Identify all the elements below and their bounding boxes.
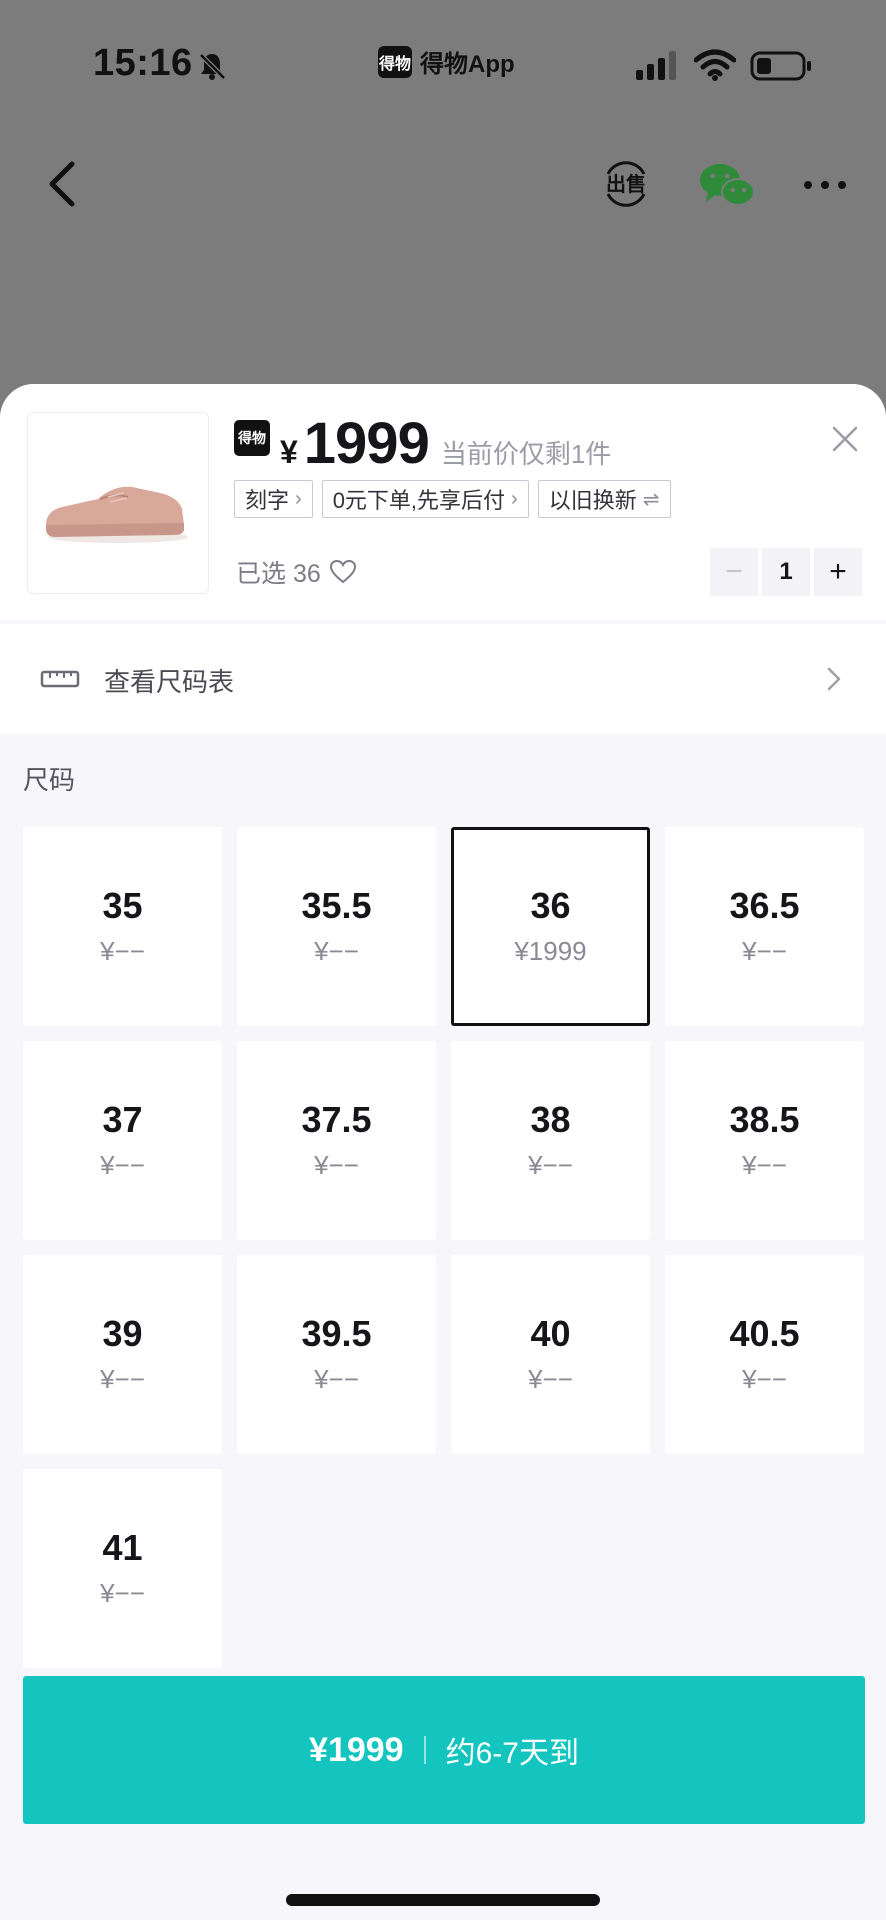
size-option[interactable]: 39.5 ¥−− xyxy=(237,1255,436,1454)
size-value: 36.5 xyxy=(729,885,800,926)
size-value: 39 xyxy=(102,1313,143,1354)
nav-bar: 出售 xyxy=(0,140,886,230)
tag-pay-later[interactable]: 0元下单,先享后付 › xyxy=(321,480,529,518)
size-price: ¥−− xyxy=(100,1150,145,1180)
brand-badge: 得物 xyxy=(234,420,270,456)
wifi-icon xyxy=(694,49,736,81)
tag-trade-in[interactable]: 以旧换新 ⇌ xyxy=(537,480,671,518)
tag-label: 0元下单,先享后付 xyxy=(332,488,506,513)
size-option[interactable]: 38 ¥−− xyxy=(451,1041,650,1240)
size-price: ¥−− xyxy=(742,1150,787,1180)
app-name: 得物App xyxy=(420,51,515,78)
size-option[interactable]: 41 ¥−− xyxy=(23,1469,222,1668)
size-value: 35.5 xyxy=(301,885,372,926)
price-row: ¥ 1999 当前价仅剩1件 xyxy=(280,410,611,477)
size-option[interactable]: 35 ¥−− xyxy=(23,827,222,1026)
tag-label: 以旧换新 xyxy=(548,488,637,513)
home-indicator xyxy=(286,1894,600,1906)
size-value: 40.5 xyxy=(729,1313,800,1354)
exchange-icon: ⇌ xyxy=(642,488,660,511)
size-price: ¥−− xyxy=(314,1150,359,1180)
size-chart-link[interactable]: 查看尺码表 xyxy=(0,624,886,734)
size-grid: 35 ¥−− 35.5 ¥−− 36 ¥1999 36.5 ¥−− 37 ¥−− 37.5 ¥−− 38… xyxy=(23,827,865,1668)
ruler-icon xyxy=(40,670,80,688)
battery-icon xyxy=(750,51,811,81)
more-dots-icon[interactable] xyxy=(800,160,850,210)
size-selector-sheet: 得物 ¥ 1999 当前价仅剩1件 刻字 › 0元下单,先享后付 › 以旧换新 … xyxy=(0,384,886,1920)
status-time: 15:16 xyxy=(93,42,193,84)
selected-size-label: 已选 36 xyxy=(236,560,321,588)
size-option[interactable]: 39 ¥−− xyxy=(23,1255,222,1454)
size-option[interactable]: 35.5 ¥−− xyxy=(237,827,436,1026)
bell-muted-icon xyxy=(199,53,226,80)
delivery-eta: 约6-7天到 xyxy=(445,1737,579,1770)
buy-button[interactable]: ¥1999 约6-7天到 xyxy=(23,1676,865,1824)
quantity-value[interactable]: 1 xyxy=(762,548,810,596)
buy-price: ¥1999 xyxy=(309,1730,404,1769)
size-value: 40 xyxy=(530,1313,571,1354)
currency-symbol: ¥ xyxy=(280,434,298,470)
size-section-title: 尺码 xyxy=(23,765,76,795)
size-value: 38.5 xyxy=(729,1099,800,1140)
size-price: ¥−− xyxy=(314,1364,359,1394)
service-tags: 刻字 › 0元下单,先享后付 › 以旧换新 ⇌ xyxy=(234,480,671,518)
cellular-signal-icon xyxy=(636,51,676,80)
buy-divider xyxy=(423,1736,426,1764)
size-value: 37.5 xyxy=(301,1099,372,1140)
size-option[interactable]: 36 ¥1999 xyxy=(451,827,650,1026)
product-price: 1999 xyxy=(303,411,430,476)
size-option[interactable]: 37 ¥−− xyxy=(23,1041,222,1240)
size-price: ¥−− xyxy=(528,1150,573,1180)
chevron-right-icon xyxy=(827,667,841,691)
selected-summary: 已选 36 xyxy=(236,554,357,590)
size-option[interactable]: 37.5 ¥−− xyxy=(237,1041,436,1240)
minus-icon: − xyxy=(725,555,743,588)
svg-text:出售: 出售 xyxy=(606,172,646,196)
app-logo: 得物 xyxy=(378,45,412,78)
size-option[interactable]: 40 ¥−− xyxy=(451,1255,650,1454)
product-header: 得物 ¥ 1999 当前价仅剩1件 刻字 › 0元下单,先享后付 › 以旧换新 … xyxy=(0,384,886,620)
stock-note: 当前价仅剩1件 xyxy=(440,439,612,469)
size-option[interactable]: 38.5 ¥−− xyxy=(665,1041,864,1240)
back-chevron-icon[interactable] xyxy=(40,156,86,212)
size-value: 36 xyxy=(530,885,571,926)
decrease-quantity-button[interactable]: − xyxy=(710,548,758,596)
size-value: 35 xyxy=(102,885,143,926)
size-price: ¥−− xyxy=(100,1578,145,1608)
size-price: ¥−− xyxy=(314,936,359,966)
close-icon[interactable] xyxy=(828,422,862,456)
status-bar: 15:16 得物 得物App xyxy=(0,0,886,120)
size-price: ¥−− xyxy=(528,1364,573,1394)
size-price: ¥−− xyxy=(100,936,145,966)
app-indicator[interactable]: 得物 得物App xyxy=(378,44,515,79)
sell-icon[interactable]: 出售 xyxy=(600,158,652,210)
size-option[interactable]: 36.5 ¥−− xyxy=(665,827,864,1026)
heart-icon[interactable] xyxy=(329,559,357,585)
wechat-icon[interactable] xyxy=(698,160,756,210)
size-value: 39.5 xyxy=(301,1313,372,1354)
size-price: ¥−− xyxy=(742,936,787,966)
chevron-right-icon: › xyxy=(511,487,518,510)
quantity-stepper: − 1 + xyxy=(710,548,862,596)
increase-quantity-button[interactable]: + xyxy=(814,548,862,596)
size-value: 37 xyxy=(102,1099,143,1140)
plus-icon: + xyxy=(829,555,847,588)
tag-label: 刻字 xyxy=(245,488,290,513)
chevron-right-icon: › xyxy=(295,487,302,510)
size-value: 38 xyxy=(530,1099,571,1140)
size-price: ¥−− xyxy=(100,1364,145,1394)
product-thumbnail xyxy=(27,412,209,594)
size-value: 41 xyxy=(102,1527,143,1568)
size-option[interactable]: 40.5 ¥−− xyxy=(665,1255,864,1454)
size-chart-label: 查看尺码表 xyxy=(104,667,235,697)
size-price: ¥1999 xyxy=(514,936,587,966)
tag-engraving[interactable]: 刻字 › xyxy=(234,480,313,518)
size-price: ¥−− xyxy=(742,1364,787,1394)
